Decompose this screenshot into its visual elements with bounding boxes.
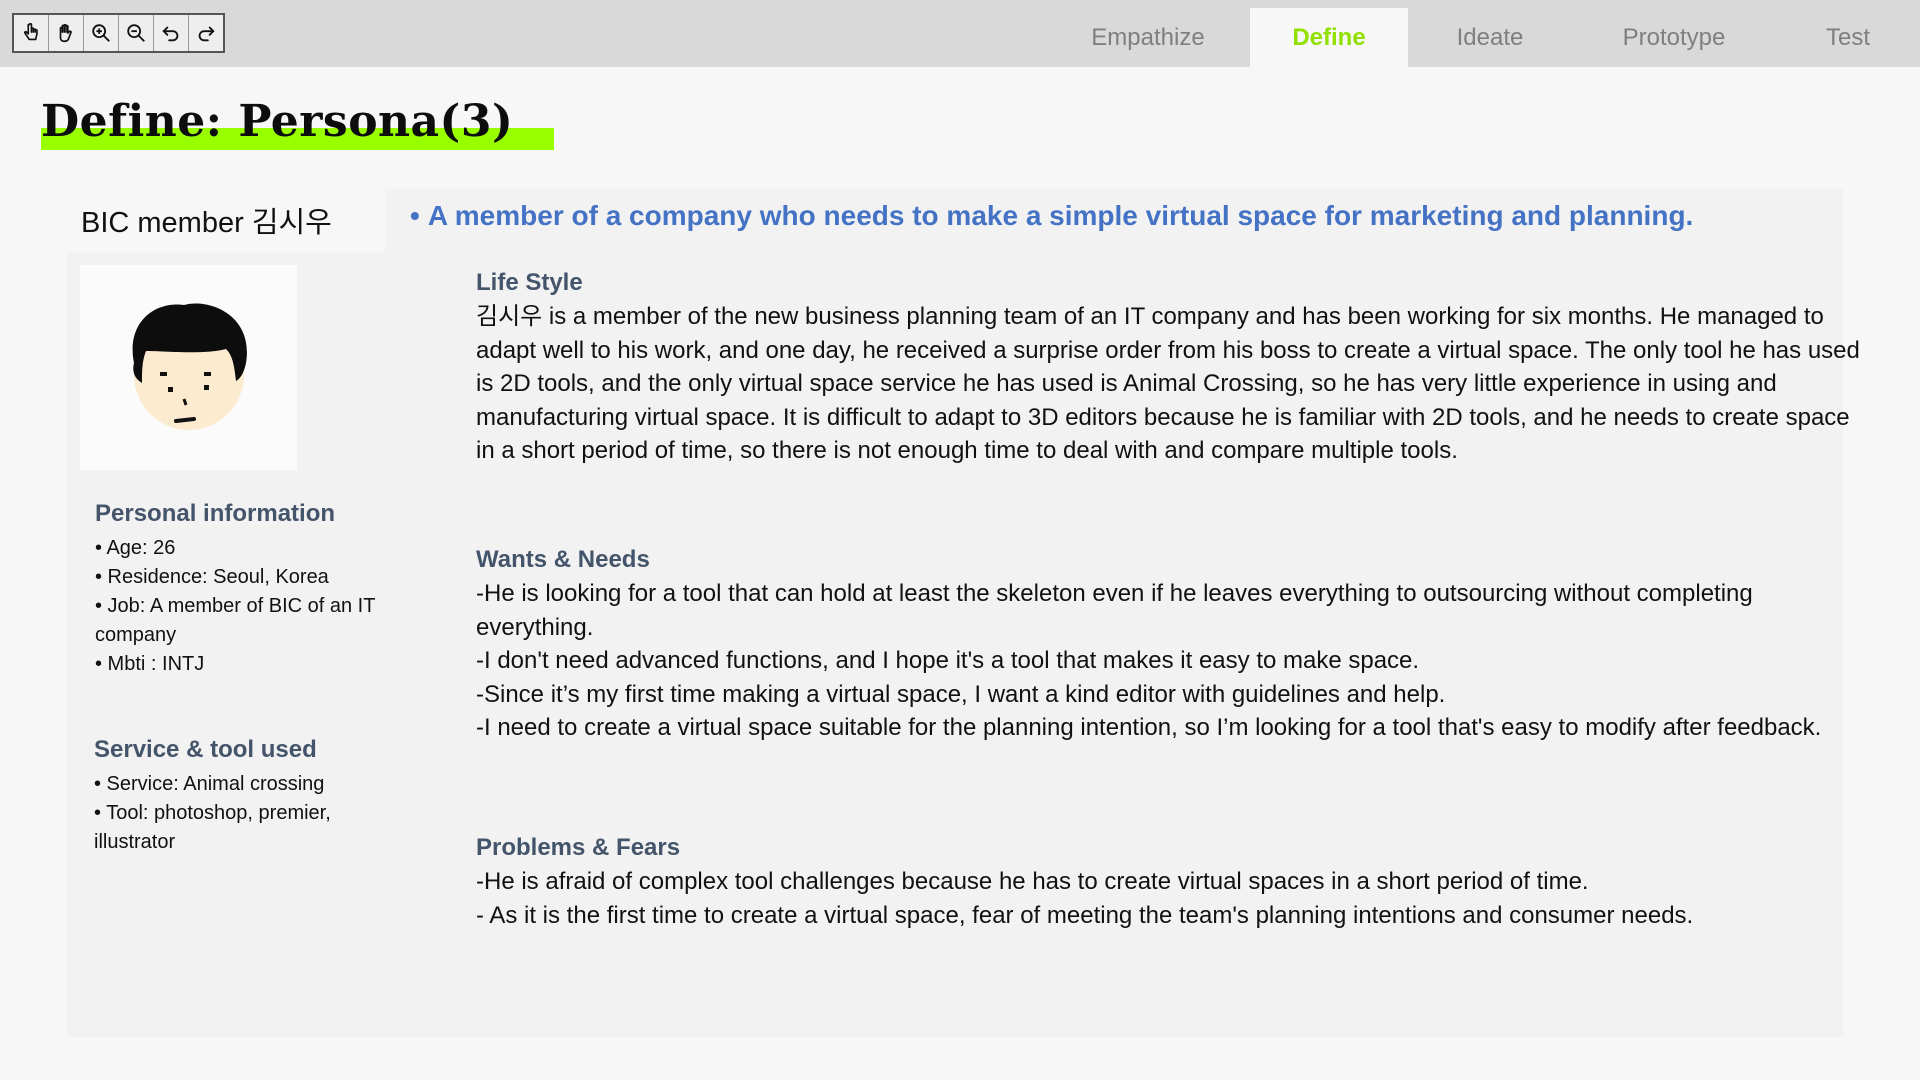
persona-summary: • A member of a company who needs to make… [410, 200, 1860, 232]
personal-information-section: Personal information • Age: 26 • Residen… [95, 500, 385, 679]
wants-needs-item: -He is looking for a tool that can hold … [476, 580, 1753, 641]
life-style-section: Life Style 김시우 is a member of the new bu… [476, 266, 1871, 468]
tab-prototype[interactable]: Prototype [1572, 8, 1776, 67]
hand-tool-button[interactable] [49, 15, 84, 51]
redo-icon [198, 26, 215, 42]
service-tool-item: • Service: Animal crossing [94, 773, 325, 795]
wants-needs-item: -Since it’s my first time making a virtu… [476, 680, 1446, 708]
pointer-tool-button[interactable] [14, 15, 49, 51]
pointer-icon [23, 23, 38, 41]
personal-info-item: • Job: A member of BIC of an IT company [95, 595, 376, 646]
zoom-in-button[interactable] [84, 15, 119, 51]
undo-button[interactable] [154, 15, 189, 51]
tab-define[interactable]: Define [1250, 8, 1408, 67]
wants-needs-item: -I don't need advanced functions, and I … [476, 647, 1420, 675]
wants-needs-heading: Wants & Needs [476, 546, 650, 573]
service-tool-section: Service & tool used • Service: Animal cr… [94, 736, 384, 857]
service-tool-item: • Tool: photoshop, premier, illustrator [94, 802, 331, 853]
personal-info-item: • Age: 26 [95, 537, 176, 559]
canvas-toolbar [12, 13, 225, 53]
design-thinking-tabs: Empathize Define Ideate Prototype Test [1046, 8, 1920, 67]
tab-test[interactable]: Test [1776, 8, 1920, 67]
wants-needs-item: -I need to create a virtual space suitab… [476, 714, 1822, 742]
persona-name-tab: BIC member 김시우 [67, 188, 385, 252]
persona-summary-row: • A member of a company who needs to make… [410, 200, 1860, 232]
page-title-wrap: Define: Persona(3) [41, 96, 554, 150]
problems-fears-heading: Problems & Fears [476, 834, 681, 861]
wants-needs-section: Wants & Needs -He is looking for a tool … [476, 543, 1871, 745]
persona-face-icon [132, 302, 247, 430]
undo-icon [162, 26, 179, 42]
avatar [80, 265, 297, 470]
personal-info-item: • Residence: Seoul, Korea [95, 566, 329, 588]
top-bar: Empathize Define Ideate Prototype Test [0, 0, 1920, 67]
problems-fears-item: - As it is the first time to create a vi… [476, 901, 1694, 929]
problems-fears-item: -He is afraid of complex tool challenges… [476, 868, 1589, 895]
hand-icon [59, 23, 72, 43]
redo-button[interactable] [189, 15, 223, 51]
zoom-in-icon [92, 24, 110, 42]
personal-information-heading: Personal information [95, 500, 336, 527]
life-style-text: 김시우 is a member of the new business plan… [476, 303, 1860, 465]
service-tool-heading: Service & tool used [94, 736, 317, 763]
problems-fears-section: Problems & Fears -He is afraid of comple… [476, 831, 1871, 932]
tab-empathize[interactable]: Empathize [1046, 8, 1250, 67]
summary-text: A member of a company who needs to make … [427, 200, 1694, 231]
summary-bullet: • [410, 200, 420, 231]
zoom-out-button[interactable] [119, 15, 154, 51]
personal-info-item: • Mbti : INTJ [95, 653, 205, 675]
page-title: Define: Persona(3) [41, 96, 514, 147]
tab-ideate[interactable]: Ideate [1408, 8, 1572, 67]
life-style-heading: Life Style [476, 269, 583, 296]
zoom-out-icon [127, 24, 145, 42]
persona-name: BIC member 김시우 [81, 207, 332, 239]
